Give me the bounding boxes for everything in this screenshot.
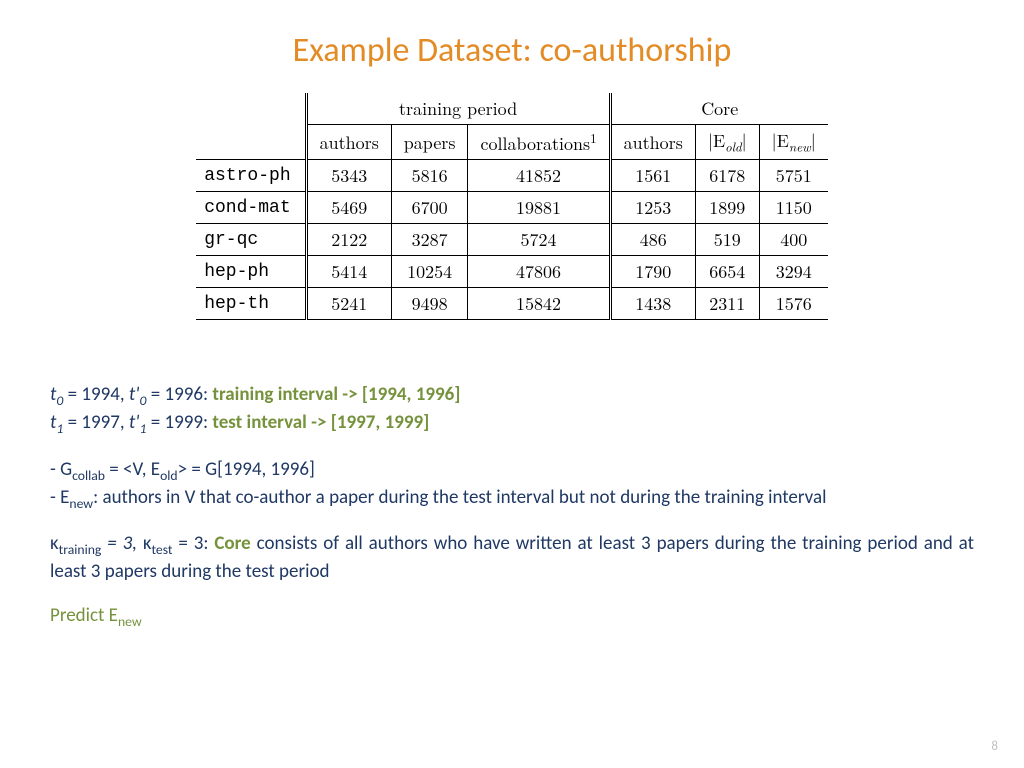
predict-line: Predict Enew xyxy=(50,603,974,631)
col-eold: |Eold| xyxy=(695,125,759,160)
col-collab: collaborations1 xyxy=(468,125,610,160)
data-table: training period Core authors papers coll… xyxy=(196,93,828,320)
table-row: gr-qc 2122 3287 5724 486 519 400 xyxy=(196,224,828,256)
group-header-training: training period xyxy=(306,93,610,125)
graph-definitions: - Gcollab = <V, Eold> = G[1994, 1996] - … xyxy=(50,457,974,514)
slide: Example Dataset: co-authorship training … xyxy=(0,0,1024,768)
slide-title: Example Dataset: co-authorship xyxy=(50,30,974,71)
col-papers: papers xyxy=(391,125,468,160)
col-authors2: authors xyxy=(610,125,695,160)
col-enew: |Enew| xyxy=(759,125,828,160)
table-row: cond-mat 5469 6700 19881 1253 1899 1150 xyxy=(196,192,828,224)
table-row: hep-th 5241 9498 15842 1438 2311 1576 xyxy=(196,288,828,320)
page-number: 8 xyxy=(991,739,998,754)
table-row: astro-ph 5343 5816 41852 1561 6178 5751 xyxy=(196,160,828,192)
table-row: hep-ph 5414 10254 47806 1790 6654 3294 xyxy=(196,256,828,288)
interval-definitions: t0 = 1994, t'0 = 1996: training interval… xyxy=(50,382,974,439)
col-authors: authors xyxy=(306,125,391,160)
data-table-wrap: training period Core authors papers coll… xyxy=(50,93,974,320)
body-content: t0 = 1994, t'0 = 1996: training interval… xyxy=(50,382,974,631)
kappa-definition: κtraining = 3, κtest = 3: Core consists … xyxy=(50,531,974,585)
group-header-core: Core xyxy=(610,93,828,125)
